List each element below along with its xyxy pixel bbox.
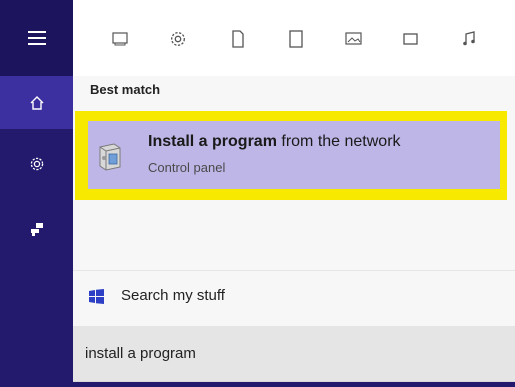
feedback-icon xyxy=(30,223,43,236)
feedback-button[interactable] xyxy=(0,206,73,254)
search-query-text: install a program xyxy=(85,345,196,362)
documents-filter-icon[interactable] xyxy=(225,26,251,52)
result-subtitle: Control panel xyxy=(148,160,226,175)
best-match-result[interactable]: Install a program from the network Contr… xyxy=(88,121,500,189)
search-my-stuff-button[interactable]: Search my stuff xyxy=(73,271,515,326)
result-title-bold: Install a program xyxy=(148,133,277,150)
search-input[interactable]: install a program xyxy=(73,326,515,382)
windows-logo-icon xyxy=(89,289,104,304)
folders-filter-icon[interactable] xyxy=(283,26,309,52)
settings-button[interactable] xyxy=(0,140,73,188)
home-button[interactable] xyxy=(0,76,73,129)
taskbar-edge xyxy=(0,382,515,387)
nav-rail xyxy=(0,0,73,387)
start-search-panel: Best match Install a program from the ne… xyxy=(0,0,515,387)
videos-filter-icon[interactable] xyxy=(398,26,424,52)
hamburger-menu-icon xyxy=(27,31,46,45)
settings-filter-icon[interactable] xyxy=(165,26,191,52)
music-filter-icon[interactable] xyxy=(457,26,483,52)
result-title-rest: from the network xyxy=(276,133,401,150)
photos-filter-icon[interactable] xyxy=(341,26,367,52)
apps-filter-icon[interactable] xyxy=(108,26,134,52)
home-icon xyxy=(30,95,43,110)
result-title: Install a program from the network xyxy=(148,133,401,151)
gear-icon xyxy=(30,157,43,171)
search-my-stuff-label: Search my stuff xyxy=(121,287,225,304)
menu-button[interactable] xyxy=(0,0,73,76)
best-match-heading: Best match xyxy=(90,82,161,97)
install-program-icon xyxy=(99,143,121,171)
filter-bar xyxy=(73,0,515,76)
